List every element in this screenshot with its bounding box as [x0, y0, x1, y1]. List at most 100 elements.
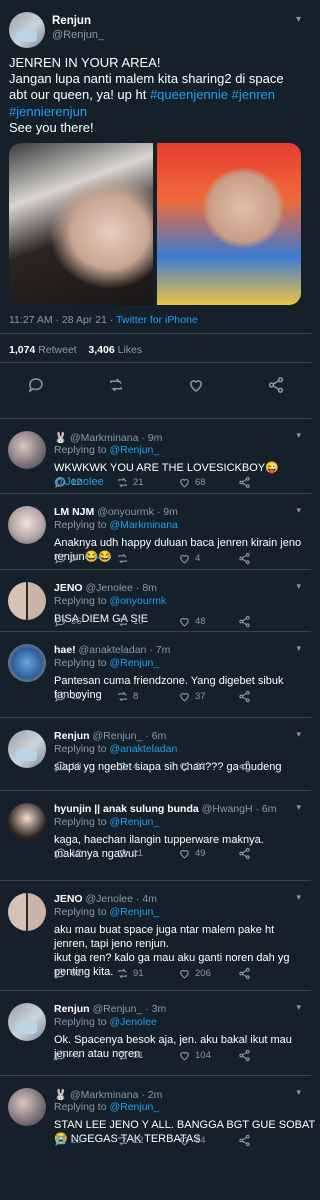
- retweet-icon[interactable]: [116, 760, 129, 773]
- reply-count[interactable]: 36: [54, 615, 82, 628]
- chevron-down-icon[interactable]: ▾: [296, 802, 301, 813]
- like-icon[interactable]: [178, 615, 191, 628]
- author-handle[interactable]: @Markminana: [70, 432, 138, 444]
- retweet-icon[interactable]: [116, 615, 129, 628]
- reply-icon[interactable]: [27, 376, 45, 394]
- reply-icon[interactable]: [54, 1134, 67, 1147]
- share-button[interactable]: [238, 476, 251, 489]
- retweets-stat[interactable]: 1,074 Retweet: [9, 344, 77, 356]
- reply-tweet[interactable]: hae! @anakteladan · 7m ▾ Replying to @Renj…: [0, 631, 311, 717]
- retweet-icon[interactable]: [116, 690, 129, 703]
- avatar[interactable]: [8, 644, 46, 682]
- share-icon[interactable]: [238, 690, 251, 703]
- avatar[interactable]: [8, 1003, 46, 1041]
- retweet-icon[interactable]: [116, 967, 129, 980]
- chevron-down-icon[interactable]: ▾: [296, 14, 301, 25]
- reply-icon[interactable]: [54, 760, 67, 773]
- author-handle[interactable]: @anakteladan: [79, 644, 147, 656]
- retweet-icon[interactable]: [116, 1134, 129, 1147]
- author-name[interactable]: 🐰: [54, 432, 67, 444]
- like-count[interactable]: 48: [178, 615, 206, 628]
- like-icon[interactable]: [178, 967, 191, 980]
- author-name[interactable]: JENO: [54, 582, 83, 594]
- share-icon[interactable]: [238, 967, 251, 980]
- share-button[interactable]: [238, 760, 251, 773]
- reply-count[interactable]: 3: [54, 552, 76, 565]
- replying-to-link[interactable]: @Renjun_: [109, 816, 159, 828]
- retweet-count[interactable]: 4: [116, 760, 138, 773]
- like-count[interactable]: 4: [178, 552, 200, 565]
- media-image-1[interactable]: [9, 143, 153, 305]
- reply-icon[interactable]: [54, 476, 67, 489]
- reply-count[interactable]: 12: [54, 476, 82, 489]
- share-button[interactable]: [238, 690, 251, 703]
- share-button[interactable]: [238, 967, 251, 980]
- retweet-count[interactable]: 10: [116, 615, 144, 628]
- reply-count[interactable]: 18: [54, 760, 82, 773]
- retweet-count[interactable]: 91: [116, 967, 144, 980]
- replying-to-link[interactable]: @Renjun_: [109, 1101, 159, 1113]
- share-button[interactable]: [238, 1134, 251, 1147]
- reply-count[interactable]: 12: [54, 847, 82, 860]
- likes-stat[interactable]: 3,406 Likes: [88, 344, 142, 356]
- like-icon[interactable]: [178, 476, 191, 489]
- replying-to-link[interactable]: @anakteladan: [109, 743, 177, 755]
- share-icon[interactable]: [238, 847, 251, 860]
- like-icon[interactable]: [178, 1049, 191, 1062]
- avatar[interactable]: [8, 431, 46, 469]
- reply-tweet[interactable]: Renjun @Renjun_ · 6m ▾ Replying to @anakte…: [0, 717, 311, 790]
- chevron-down-icon[interactable]: ▾: [296, 729, 301, 740]
- chevron-down-icon[interactable]: ▾: [296, 643, 301, 654]
- share-icon[interactable]: [238, 552, 251, 565]
- avatar[interactable]: [8, 893, 46, 931]
- avatar[interactable]: [9, 12, 45, 48]
- replying-to-link[interactable]: @Renjun_: [109, 906, 159, 918]
- like-icon[interactable]: [178, 690, 191, 703]
- reply-icon[interactable]: [54, 552, 67, 565]
- avatar[interactable]: [8, 1088, 46, 1126]
- like-icon[interactable]: [187, 376, 205, 394]
- author-name[interactable]: hyunjin || anak sulung bunda: [54, 803, 199, 815]
- retweet-count[interactable]: 31: [116, 1049, 144, 1062]
- author-handle[interactable]: @Renjun_: [52, 29, 104, 41]
- like-count[interactable]: 37: [178, 690, 206, 703]
- author-handle[interactable]: @Renjun_: [93, 1003, 143, 1015]
- author-handle[interactable]: @onyourmk: [97, 506, 154, 518]
- retweet-icon[interactable]: [116, 1049, 129, 1062]
- chevron-down-icon[interactable]: ▾: [296, 505, 301, 516]
- reply-count[interactable]: 47: [54, 1049, 82, 1062]
- like-count[interactable]: 49: [178, 847, 206, 860]
- share-icon[interactable]: [238, 476, 251, 489]
- author-handle[interactable]: @Markminana: [70, 1089, 138, 1101]
- author-name[interactable]: 🐰: [54, 1089, 67, 1101]
- chevron-down-icon[interactable]: ▾: [296, 892, 301, 903]
- tweet-media[interactable]: [9, 143, 301, 305]
- reply-count[interactable]: 29: [54, 1134, 82, 1147]
- author-name[interactable]: Renjun: [52, 15, 91, 27]
- reply-count[interactable]: 92: [54, 967, 82, 980]
- retweet-count[interactable]: 11: [116, 847, 143, 860]
- replying-to-link[interactable]: @Markminana: [109, 519, 177, 531]
- like-icon[interactable]: [178, 760, 191, 773]
- like-icon[interactable]: [178, 1134, 191, 1147]
- reply-icon[interactable]: [54, 690, 67, 703]
- share-icon[interactable]: [238, 1049, 251, 1062]
- author-name[interactable]: Renjun: [54, 1003, 90, 1015]
- reply-icon[interactable]: [54, 1049, 67, 1062]
- reply-icon[interactable]: [54, 847, 67, 860]
- author-name[interactable]: JENO: [54, 893, 83, 905]
- retweet-count[interactable]: 12: [116, 1134, 144, 1147]
- avatar[interactable]: [8, 803, 46, 841]
- like-count[interactable]: 68: [178, 476, 206, 489]
- retweet-count[interactable]: 21: [116, 476, 144, 489]
- replying-to-link[interactable]: @Renjun_: [109, 444, 159, 456]
- link[interactable]: #jenren: [232, 87, 275, 102]
- share-icon[interactable]: [238, 615, 251, 628]
- chevron-down-icon[interactable]: ▾: [296, 1087, 301, 1098]
- replying-to-link[interactable]: @Renjun_: [109, 657, 159, 669]
- reply-tweet[interactable]: hyunjin || anak sulung bunda @HwangH · 6…: [0, 790, 311, 880]
- author-name[interactable]: Renjun: [54, 730, 90, 742]
- chevron-down-icon[interactable]: ▾: [296, 581, 301, 592]
- author-handle[interactable]: @Jenolee: [86, 582, 133, 594]
- like-count[interactable]: 84: [178, 1134, 206, 1147]
